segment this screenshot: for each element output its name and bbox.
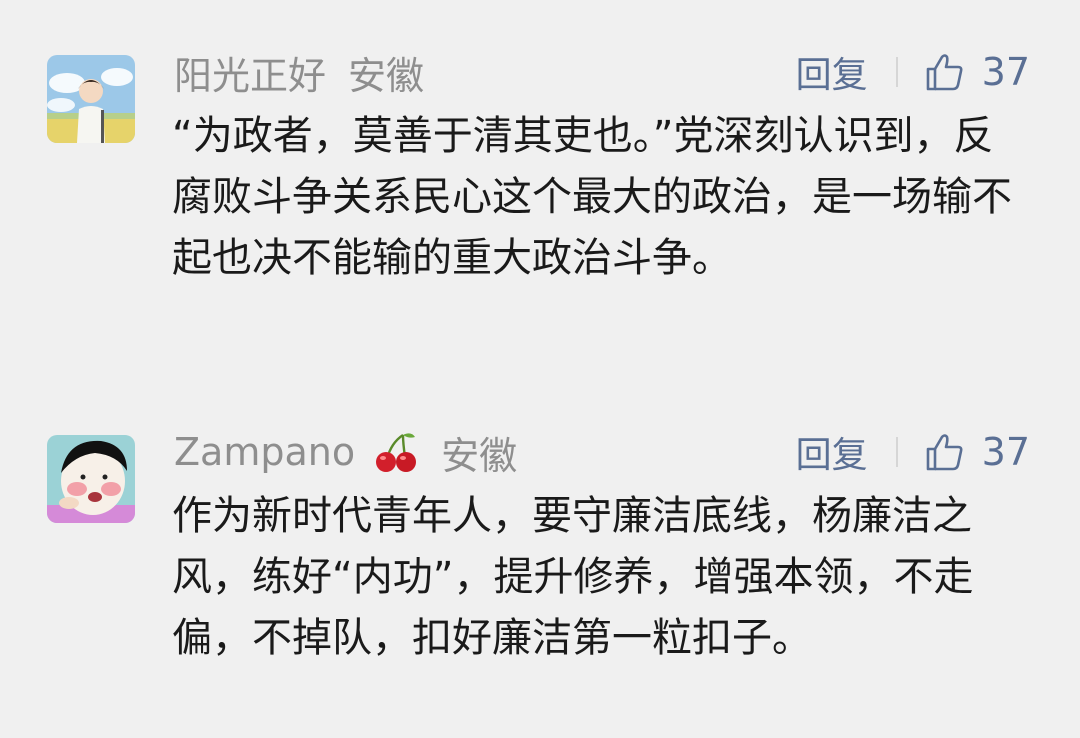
like-count: 37 (981, 430, 1030, 474)
comment-header: 阳光正好 安徽 (174, 50, 424, 98)
comment-text: “为政者，莫善于清其吏也。”党深刻认识到，反腐败斗争关系民心这个最大的政治，是一… (172, 113, 1012, 281)
thumbs-up-icon[interactable] (924, 52, 964, 92)
divider (895, 437, 898, 467)
user-avatar[interactable] (47, 55, 135, 143)
comment-actions: 回复 37 (796, 50, 1030, 96)
comment-header: Zampano 安徽 (174, 430, 517, 478)
like-count: 37 (981, 50, 1030, 94)
comment-text: 作为新时代青年人，要守廉洁底线，杨廉洁之风，练好“内功”，提升修养，增强本领，不… (172, 493, 974, 661)
anime-boy-avatar-icon (47, 55, 135, 143)
thumbs-up-icon[interactable] (924, 432, 964, 472)
cherry-icon (376, 433, 417, 472)
reply-button[interactable]: 回复 (796, 426, 868, 478)
username[interactable]: 阳光正好 (174, 45, 326, 100)
divider (895, 57, 898, 87)
reply-button[interactable]: 回复 (796, 46, 868, 98)
location: 安徽 (441, 433, 518, 478)
user-avatar[interactable] (47, 435, 135, 523)
location: 安徽 (348, 53, 425, 98)
comment-actions: 回复 37 (796, 430, 1030, 476)
username[interactable]: Zampano (174, 430, 355, 474)
cartoon-face-avatar-icon (47, 435, 135, 523)
